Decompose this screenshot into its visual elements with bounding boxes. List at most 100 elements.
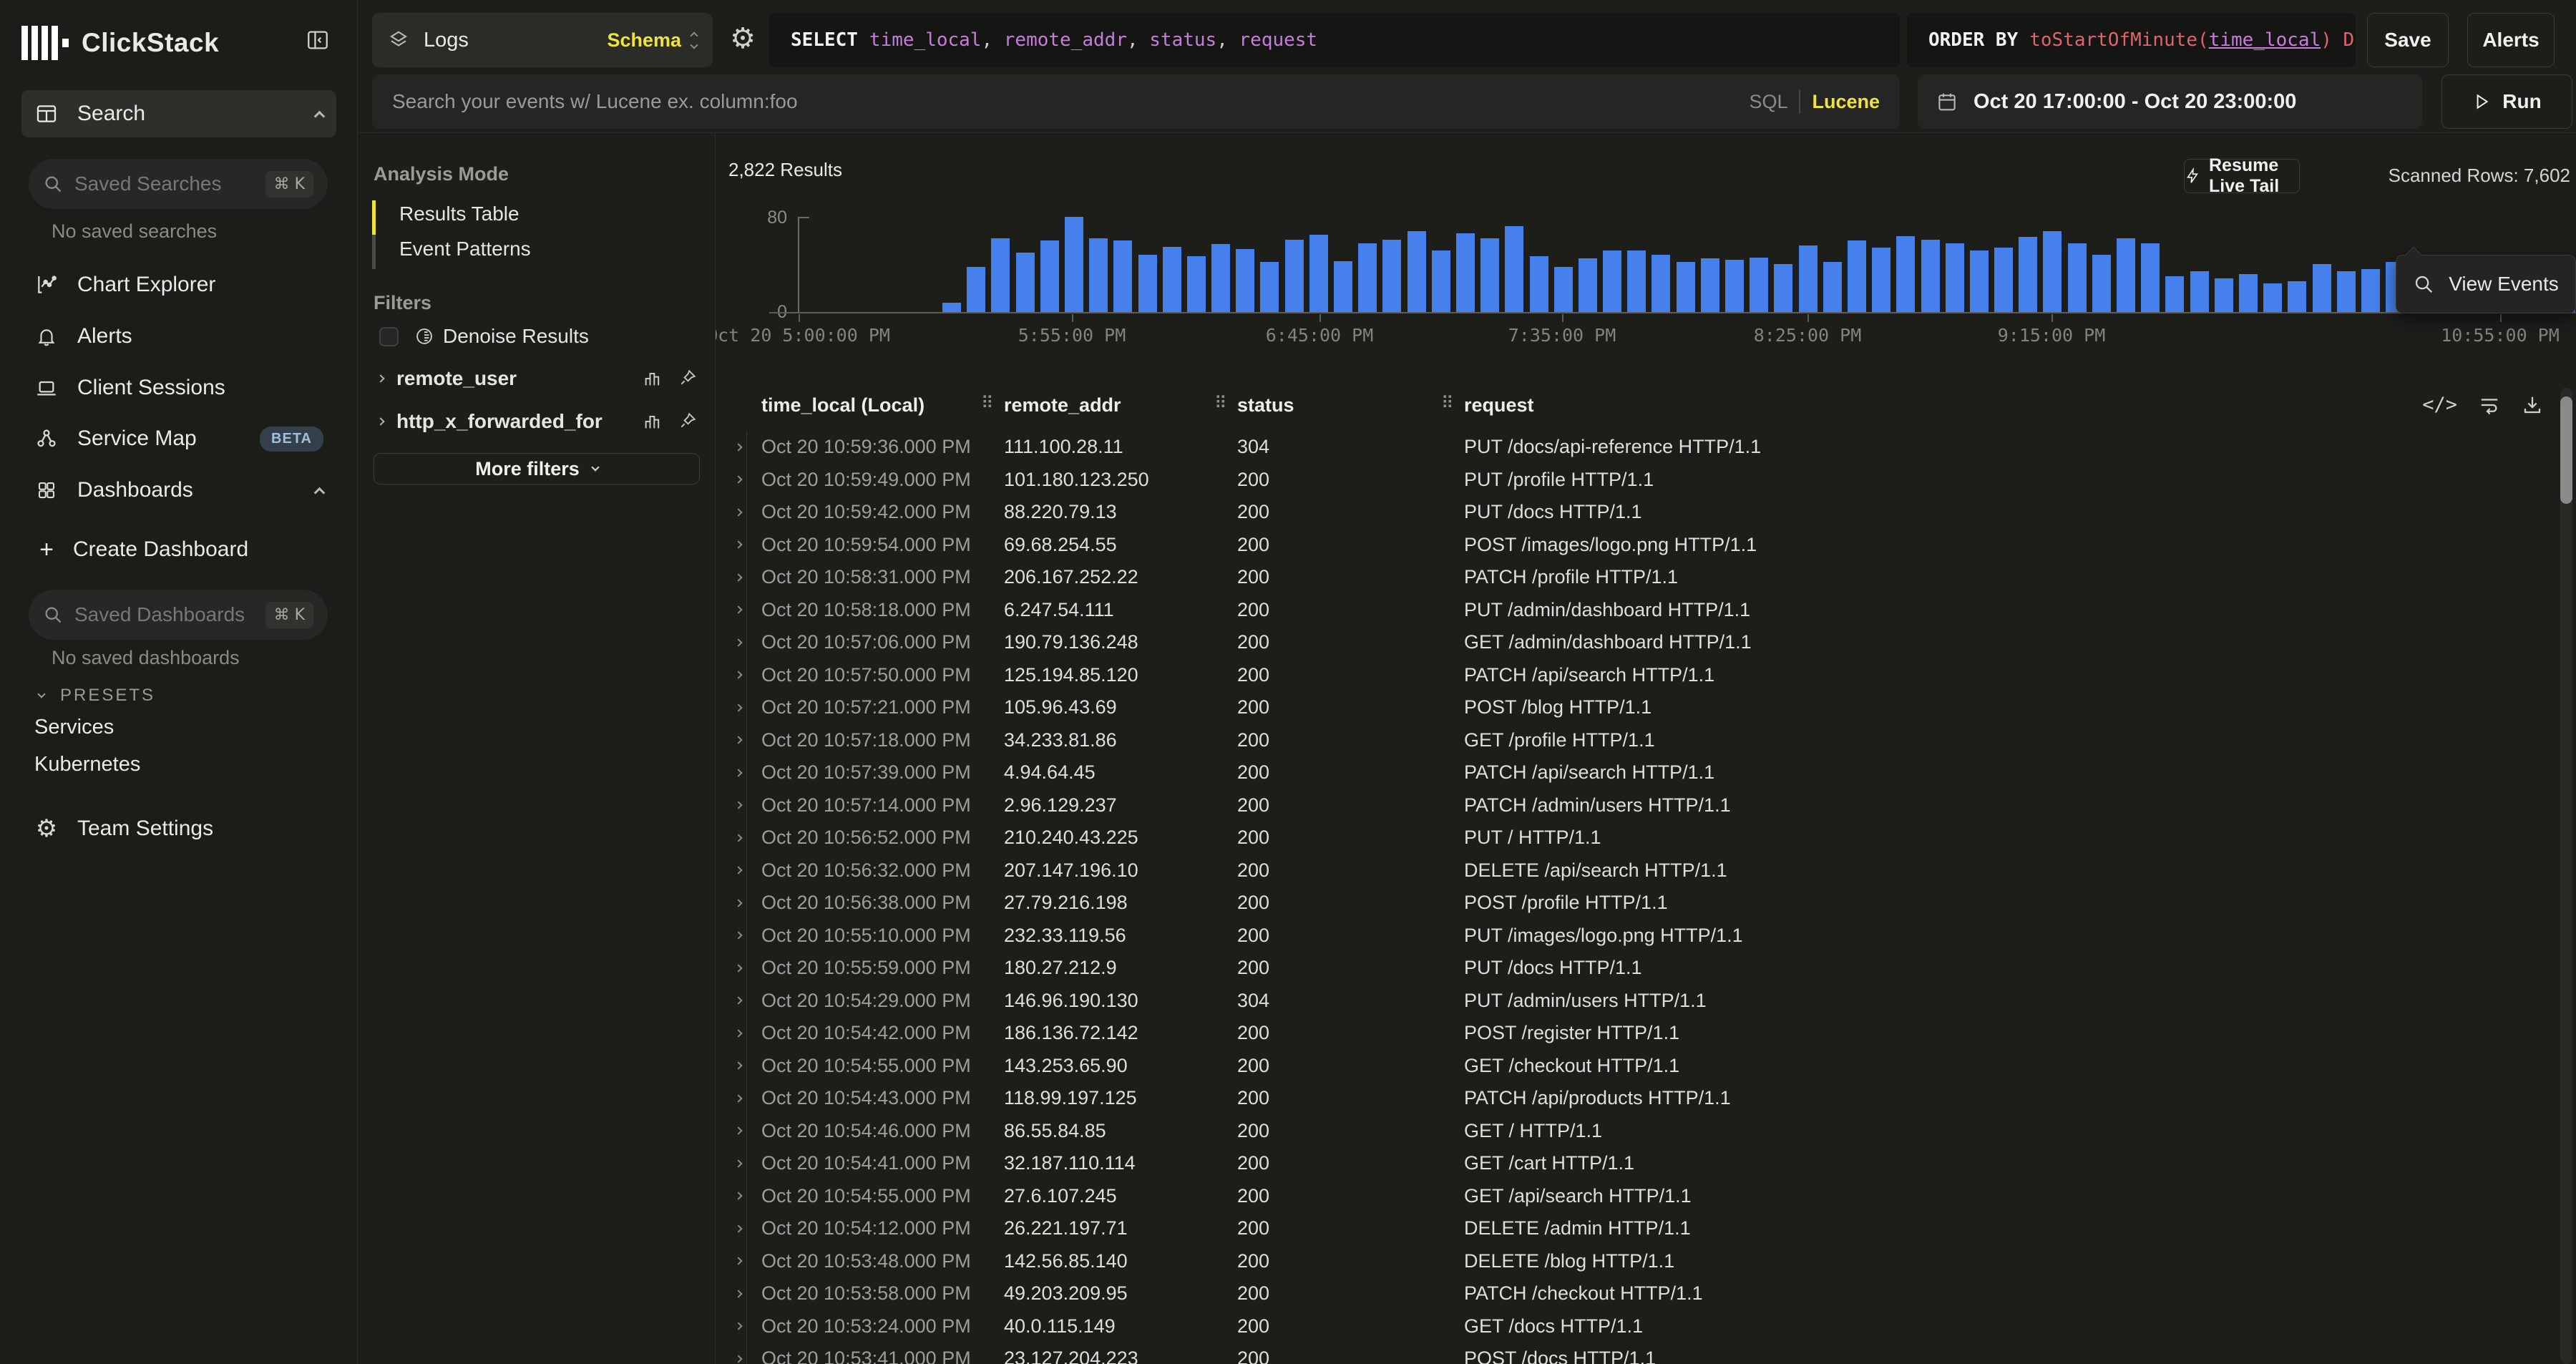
row-expand-chevron-icon[interactable] (734, 867, 742, 875)
schema-link[interactable]: Schema (607, 29, 697, 52)
run-button[interactable]: Run (2441, 74, 2572, 129)
scrollbar-thumb[interactable] (2560, 396, 2572, 504)
table-row[interactable]: Oct 20 10:59:42.000 PM88.220.79.13200PUT… (716, 496, 2547, 529)
row-expand-chevron-icon[interactable] (734, 443, 742, 451)
preset-item-kubernetes[interactable]: Kubernetes (34, 753, 140, 776)
code-view-icon[interactable]: </> (2422, 394, 2457, 416)
table-row[interactable]: Oct 20 10:59:54.000 PM69.68.254.55200POS… (716, 529, 2547, 562)
drag-handle-icon[interactable]: ⠿ (1214, 393, 1227, 413)
row-expand-chevron-icon[interactable] (734, 932, 742, 940)
table-row[interactable]: Oct 20 10:54:55.000 PM27.6.107.245200GET… (716, 1180, 2547, 1213)
filter-field-http-x-forwarded-for[interactable]: http_x_forwarded_for (378, 404, 697, 439)
table-row[interactable]: Oct 20 10:57:14.000 PM2.96.129.237200PAT… (716, 789, 2547, 822)
sidebar-item-service-map[interactable]: Service Map BETA (21, 417, 336, 460)
table-row[interactable]: Oct 20 10:54:55.000 PM143.253.65.90200GE… (716, 1050, 2547, 1083)
event-search-input[interactable]: Search your events w/ Lucene ex. column:… (372, 74, 1900, 129)
source-select[interactable]: Logs Schema (372, 13, 713, 67)
sidebar-collapse-icon[interactable] (303, 26, 332, 54)
row-expand-chevron-icon[interactable] (734, 1062, 742, 1070)
drag-handle-icon[interactable]: ⠿ (981, 393, 994, 413)
orderby-clause-input[interactable]: ORDER BY toStartOfMinute(time_local) DES… (1907, 13, 2356, 67)
presets-toggle[interactable]: PRESETS (39, 686, 155, 706)
sql-toggle[interactable]: SQL (1749, 91, 1787, 113)
table-row[interactable]: Oct 20 10:54:46.000 PM86.55.84.85200GET … (716, 1115, 2547, 1148)
table-row[interactable]: Oct 20 10:59:36.000 PM111.100.28.11304PU… (716, 431, 2547, 464)
row-expand-chevron-icon[interactable] (734, 1257, 742, 1265)
table-row[interactable]: Oct 20 10:57:06.000 PM190.79.136.248200G… (716, 626, 2547, 659)
row-expand-chevron-icon[interactable] (734, 541, 742, 549)
table-row[interactable]: Oct 20 10:54:29.000 PM146.96.190.130304P… (716, 985, 2547, 1018)
events-histogram[interactable]: 80 0 Oct 20 5:00:00 PM5:55:00 PM6:45:00 … (716, 212, 2576, 341)
column-header-time-local[interactable]: time_local (Local) (747, 394, 990, 416)
save-button[interactable]: Save (2367, 13, 2449, 67)
table-row[interactable]: Oct 20 10:56:52.000 PM210.240.43.225200P… (716, 822, 2547, 854)
row-expand-chevron-icon[interactable] (734, 997, 742, 1005)
row-expand-chevron-icon[interactable] (734, 769, 742, 776)
table-row[interactable]: Oct 20 10:53:24.000 PM40.0.115.149200GET… (716, 1310, 2547, 1343)
row-expand-chevron-icon[interactable] (734, 1290, 742, 1297)
table-row[interactable]: Oct 20 10:59:49.000 PM101.180.123.250200… (716, 464, 2547, 497)
table-row[interactable]: Oct 20 10:54:42.000 PM186.136.72.142200P… (716, 1017, 2547, 1050)
table-row[interactable]: Oct 20 10:56:38.000 PM27.79.216.198200PO… (716, 887, 2547, 920)
table-row[interactable]: Oct 20 10:54:43.000 PM118.99.197.125200P… (716, 1082, 2547, 1115)
table-row[interactable]: Oct 20 10:55:10.000 PM232.33.119.56200PU… (716, 920, 2547, 953)
saved-searches-input[interactable]: Saved Searches ⌘ K (29, 159, 328, 209)
row-expand-chevron-icon[interactable] (734, 964, 742, 972)
row-expand-chevron-icon[interactable] (734, 638, 742, 646)
row-expand-chevron-icon[interactable] (734, 1159, 742, 1167)
table-row[interactable]: Oct 20 10:53:41.000 PM23.127.204.223200P… (716, 1343, 2547, 1364)
resume-live-tail-button[interactable]: Resume Live Tail (2184, 159, 2300, 193)
table-row[interactable]: Oct 20 10:57:50.000 PM125.194.85.120200P… (716, 659, 2547, 692)
table-row[interactable]: Oct 20 10:57:21.000 PM105.96.43.69200POS… (716, 691, 2547, 724)
filter-field-remote-user[interactable]: remote_user (378, 361, 697, 396)
bar-chart-icon[interactable] (643, 411, 663, 432)
view-events-button[interactable]: View Events (2396, 255, 2576, 313)
sidebar-item-client-sessions[interactable]: Client Sessions (21, 366, 336, 409)
column-header-request[interactable]: ⠿request (1450, 394, 2447, 416)
column-header-remote-addr[interactable]: ⠿remote_addr (990, 394, 1223, 416)
sidebar-item-search[interactable]: Search (21, 90, 336, 137)
source-settings-gear-icon[interactable]: ⚙ (723, 19, 763, 59)
alerts-button[interactable]: Alerts (2467, 13, 2555, 67)
row-expand-chevron-icon[interactable] (734, 834, 742, 842)
row-expand-chevron-icon[interactable] (734, 802, 742, 809)
scrollbar-track[interactable] (2560, 388, 2572, 1364)
table-row[interactable]: Oct 20 10:57:39.000 PM4.94.64.45200PATCH… (716, 756, 2547, 789)
pin-icon[interactable] (678, 411, 697, 432)
lucene-toggle[interactable]: Lucene (1812, 91, 1880, 113)
table-row[interactable]: Oct 20 10:58:31.000 PM206.167.252.22200P… (716, 561, 2547, 594)
create-dashboard-button[interactable]: + Create Dashboard (21, 528, 336, 571)
table-row[interactable]: Oct 20 10:58:18.000 PM6.247.54.111200PUT… (716, 594, 2547, 627)
row-expand-chevron-icon[interactable] (734, 1192, 742, 1200)
date-range-picker[interactable]: Oct 20 17:00:00 - Oct 20 23:00:00 (1918, 74, 2422, 129)
row-expand-chevron-icon[interactable] (734, 1224, 742, 1232)
select-clause-input[interactable]: SELECT time_local, remote_addr, status, … (769, 13, 1900, 67)
more-filters-button[interactable]: More filters (374, 453, 700, 484)
bar-chart-icon[interactable] (643, 369, 663, 389)
pin-icon[interactable] (678, 369, 697, 389)
download-icon[interactable] (2522, 394, 2543, 416)
column-header-status[interactable]: ⠿status (1223, 394, 1450, 416)
sidebar-item-chart-explorer[interactable]: Chart Explorer (21, 263, 336, 306)
drag-handle-icon[interactable]: ⠿ (1441, 393, 1454, 413)
table-row[interactable]: Oct 20 10:53:58.000 PM49.203.209.95200PA… (716, 1277, 2547, 1310)
denoise-checkbox[interactable] (379, 327, 399, 346)
wrap-text-icon[interactable] (2479, 394, 2500, 416)
table-row[interactable]: Oct 20 10:53:48.000 PM142.56.85.140200DE… (716, 1245, 2547, 1278)
mode-results-table[interactable]: Results Table (372, 196, 531, 231)
table-row[interactable]: Oct 20 10:56:32.000 PM207.147.196.10200D… (716, 854, 2547, 887)
row-expand-chevron-icon[interactable] (734, 1094, 742, 1102)
row-expand-chevron-icon[interactable] (734, 1029, 742, 1037)
denoise-results-toggle[interactable]: Denoise Results (379, 325, 589, 348)
row-expand-chevron-icon[interactable] (734, 671, 742, 679)
table-row[interactable]: Oct 20 10:54:41.000 PM32.187.110.114200G… (716, 1147, 2547, 1180)
row-expand-chevron-icon[interactable] (734, 736, 742, 744)
row-expand-chevron-icon[interactable] (734, 606, 742, 614)
sidebar-item-dashboards[interactable]: Dashboards (21, 469, 336, 512)
table-row[interactable]: Oct 20 10:57:18.000 PM34.233.81.86200GET… (716, 724, 2547, 757)
mode-event-patterns[interactable]: Event Patterns (372, 231, 531, 266)
sidebar-item-team-settings[interactable]: ⚙ Team Settings (21, 807, 336, 850)
table-row[interactable]: Oct 20 10:54:12.000 PM26.221.197.71200DE… (716, 1212, 2547, 1245)
row-expand-chevron-icon[interactable] (734, 1127, 742, 1135)
row-expand-chevron-icon[interactable] (734, 508, 742, 516)
